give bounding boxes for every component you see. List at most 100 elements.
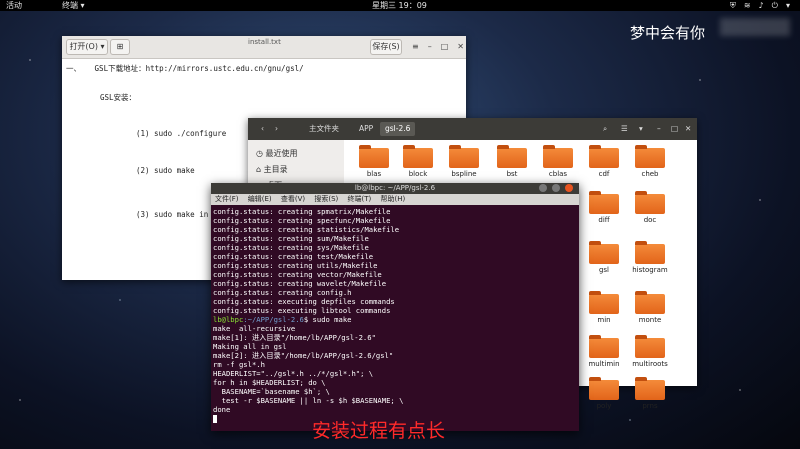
clock[interactable]: 星期三 19：09	[372, 0, 427, 11]
folder-item[interactable]: histogram	[628, 241, 672, 274]
wifi-icon: ≋	[743, 1, 751, 10]
video-watermark: 梦中会有你	[630, 24, 706, 42]
terminal-cursor	[213, 415, 217, 423]
folder-label: cheb	[641, 170, 659, 178]
folder-item[interactable]: bspline	[442, 145, 486, 178]
editor-window-controls: ≡ – □ ✕	[412, 42, 464, 51]
menu-item-view[interactable]: 查看(V)	[281, 195, 305, 203]
folder-icon	[635, 191, 665, 214]
folder-item[interactable]: blas	[352, 145, 396, 178]
terminal-line: rm -f gsl*.h	[213, 360, 265, 369]
breadcrumb-app[interactable]: APP	[354, 122, 378, 136]
folder-item[interactable]: cdf	[582, 145, 626, 178]
folder-icon	[589, 191, 619, 214]
terminal-line: test -r $BASENAME || ln -s $h $BASENAME;…	[213, 396, 404, 405]
folder-item[interactable]: bst	[490, 145, 534, 178]
list-view-icon[interactable]: ☰	[616, 122, 633, 136]
volume-icon: ♪	[758, 1, 764, 10]
folder-label: gsl	[598, 266, 610, 274]
folder-label: diff	[598, 216, 610, 224]
terminal-output[interactable]: config.status: creating spmatrix/Makefil…	[213, 207, 575, 429]
folder-item[interactable]: multiroots	[628, 335, 672, 368]
top-bar: 活动 终端 ▾ 星期三 19：09 ⛨ ≋ ♪ ⏻ ▾	[0, 0, 800, 11]
folder-icon	[403, 145, 433, 168]
folder-icon	[497, 145, 527, 168]
menu-item-terminal[interactable]: 终端(T)	[348, 195, 372, 203]
search-icon[interactable]: ⌕	[598, 122, 612, 136]
folder-label: monte	[638, 316, 662, 324]
minimize-icon[interactable]	[539, 184, 547, 192]
folder-item[interactable]: multimin	[582, 335, 626, 368]
folder-item[interactable]: prns	[628, 377, 672, 410]
terminal-line: config.status: creating spmatrix/Makefil…	[213, 207, 391, 216]
folder-icon	[589, 145, 619, 168]
folder-item[interactable]: poly	[582, 377, 626, 410]
folder-item[interactable]: diff	[582, 191, 626, 224]
folder-label: prns	[642, 402, 658, 410]
folder-label: bspline	[451, 170, 477, 178]
sidebar-item-home[interactable]: ⌂ 主目录	[256, 164, 288, 175]
editor-line: (3) sudo make in	[136, 210, 209, 219]
terminal-menubar: 文件(F) 编辑(E) 查看(V) 搜索(S) 终端(T) 帮助(H)	[211, 194, 579, 205]
folder-label: block	[408, 170, 428, 178]
close-icon[interactable]: ✕	[680, 122, 696, 136]
folder-item[interactable]: min	[582, 291, 626, 324]
folder-label: poly	[596, 402, 612, 410]
new-tab-icon[interactable]: ⊞	[110, 39, 130, 55]
folder-item[interactable]: gsl	[582, 241, 626, 274]
terminal-line: config.status: creating sum/Makefile	[213, 234, 369, 243]
terminal-line: config.status: executing depfiles comman…	[213, 297, 395, 306]
folder-label: min	[597, 316, 611, 324]
minimize-icon[interactable]: –	[428, 42, 432, 51]
menu-item-edit[interactable]: 编辑(E)	[248, 195, 272, 203]
system-tray[interactable]: ⛨ ≋ ♪ ⏻ ▾	[730, 0, 790, 11]
terminal-line: config.status: creating statistics/Makef…	[213, 225, 400, 234]
menu-icon[interactable]: ▾	[634, 122, 648, 136]
editor-line: 一、 GSL下载地址：http://mirrors.ustc.edu.cn/gn…	[66, 64, 304, 73]
folder-item[interactable]: cheb	[628, 145, 672, 178]
menu-item-help[interactable]: 帮助(H)	[380, 195, 405, 203]
prompt-user: lb@lbpc	[213, 315, 244, 324]
breadcrumb-home[interactable]: 主文件夹	[304, 122, 344, 136]
terminal-titlebar: lb@lbpc: ~/APP/gsl-2.6	[211, 183, 579, 194]
close-icon[interactable]	[565, 184, 573, 192]
terminal-line: config.status: creating sys/Makefile	[213, 243, 369, 252]
terminal-prompt-line: lb@lbpc:~/APP/gsl-2.6$ sudo make	[213, 315, 575, 324]
folder-item[interactable]: doc	[628, 191, 672, 224]
editor-line: GSL安装：	[100, 93, 137, 102]
app-menu[interactable]: 终端 ▾	[62, 0, 85, 11]
folder-label: bst	[506, 170, 518, 178]
folder-label: multimin	[588, 360, 620, 368]
terminal-line: config.status: creating config.h	[213, 288, 352, 297]
maximize-icon[interactable]	[552, 184, 560, 192]
folder-item[interactable]: cblas	[536, 145, 580, 178]
menu-item-file[interactable]: 文件(F)	[215, 195, 239, 203]
maximize-icon[interactable]: □	[441, 42, 449, 51]
close-icon[interactable]: ✕	[457, 42, 464, 51]
terminal-line: config.status: creating wavelet/Makefile	[213, 279, 387, 288]
video-subtitle: 安装过程有点长	[312, 420, 446, 442]
menu-icon[interactable]: ≡	[412, 42, 419, 51]
folder-icon	[589, 377, 619, 400]
back-icon[interactable]: ‹	[256, 122, 269, 136]
folder-item[interactable]: block	[396, 145, 440, 178]
activities-button[interactable]: 活动	[6, 0, 22, 11]
breadcrumb-gsl[interactable]: gsl-2.6	[380, 122, 416, 136]
folder-label: multiroots	[632, 360, 668, 368]
terminal-window-controls	[539, 184, 573, 192]
chevron-down-icon: ▾	[785, 1, 790, 10]
terminal-line: make[1]: 进入目录"/home/lb/APP/gsl-2.6"	[213, 333, 376, 342]
editor-headerbar: 打开(O) ▾ ⊞ install.txt 保存(S) ≡ – □ ✕	[62, 36, 466, 59]
folder-icon	[359, 145, 389, 168]
minimize-icon[interactable]: –	[652, 122, 666, 136]
save-button[interactable]: 保存(S)	[370, 39, 402, 55]
file-manager-headerbar: ‹ › 主文件夹 APP gsl-2.6 ⌕ ☰ ▾ – □ ✕	[248, 118, 697, 140]
folder-item[interactable]: monte	[628, 291, 672, 324]
folder-icon	[589, 291, 619, 314]
folder-icon	[635, 291, 665, 314]
forward-icon[interactable]: ›	[270, 122, 283, 136]
folder-label: cdf	[598, 170, 610, 178]
sidebar-item-recent[interactable]: ◷ 最近使用	[256, 148, 298, 159]
menu-item-search[interactable]: 搜索(S)	[314, 195, 338, 203]
open-button[interactable]: 打开(O) ▾	[66, 39, 108, 55]
